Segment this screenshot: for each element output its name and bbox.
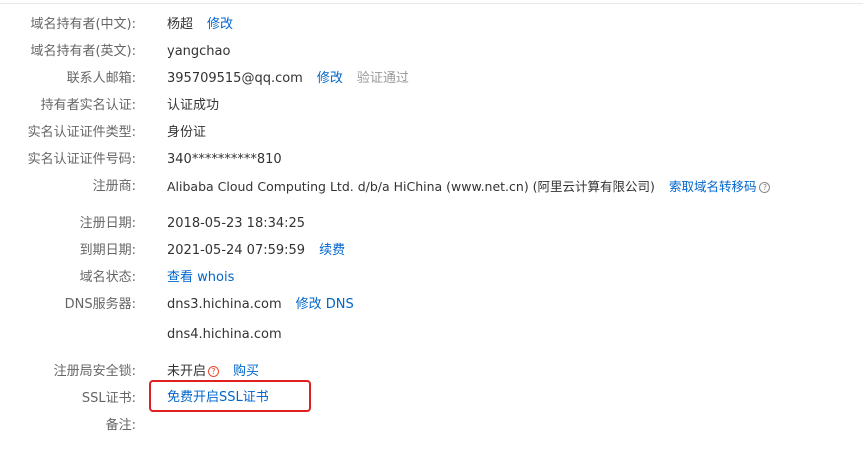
question-circle-red-icon[interactable]: ? [208, 366, 220, 377]
reg-date-label: 注册日期: [79, 216, 136, 231]
exp-date-value: 2021-05-24 07:59:59 [167, 243, 306, 258]
edit-email-link[interactable]: 修改 [317, 71, 343, 86]
dns-server-2: dns4.hichina.com [167, 327, 282, 342]
dns-server-1: dns3.hichina.com [167, 297, 282, 312]
id-type-value: 身份证 [167, 125, 207, 140]
dns-label: DNS服务器: [64, 297, 136, 312]
ssl-label: SSL证书: [81, 391, 136, 406]
id-number-label: 实名认证证件号码: [27, 152, 136, 167]
remark-label: 备注: [105, 418, 136, 433]
id-number-value: 340**********810 [167, 152, 282, 167]
lock-value: 未开启 [167, 364, 207, 379]
renew-link[interactable]: 续费 [319, 243, 345, 258]
email-value: 395709515@qq.com [167, 71, 303, 86]
email-verified-status: 验证通过 [356, 71, 409, 86]
reg-date-value: 2018-05-23 18:34:25 [167, 216, 306, 231]
enable-free-ssl-link[interactable]: 免费开启SSL证书 [167, 388, 269, 408]
status-label: 域名状态: [79, 270, 136, 285]
edit-dns-link[interactable]: 修改 DNS [296, 297, 354, 312]
email-label: 联系人邮箱: [66, 71, 136, 86]
registrar-label: 注册商: [92, 179, 136, 194]
top-divider [0, 3, 863, 4]
owner-cn-label: 域名持有者(中文): [30, 17, 136, 32]
realname-value: 认证成功 [167, 98, 220, 113]
owner-en-label: 域名持有者(英文): [30, 44, 136, 59]
realname-label: 持有者实名认证: [40, 98, 136, 113]
id-type-label: 实名认证证件类型: [27, 125, 136, 140]
edit-owner-cn-link[interactable]: 修改 [207, 17, 233, 32]
registrar-value: Alibaba Cloud Computing Ltd. d/b/a HiChi… [167, 179, 655, 194]
buy-lock-link[interactable]: 购买 [233, 364, 259, 379]
question-circle-icon[interactable]: ? [759, 182, 771, 193]
lock-label: 注册局安全锁: [53, 364, 136, 379]
exp-date-label: 到期日期: [79, 243, 136, 258]
transfer-code-link[interactable]: 索取域名转移码 [669, 179, 757, 194]
owner-cn-value: 杨超 [167, 17, 194, 32]
owner-en-value: yangchao [167, 44, 231, 59]
whois-link[interactable]: 查看 whois [167, 268, 234, 288]
